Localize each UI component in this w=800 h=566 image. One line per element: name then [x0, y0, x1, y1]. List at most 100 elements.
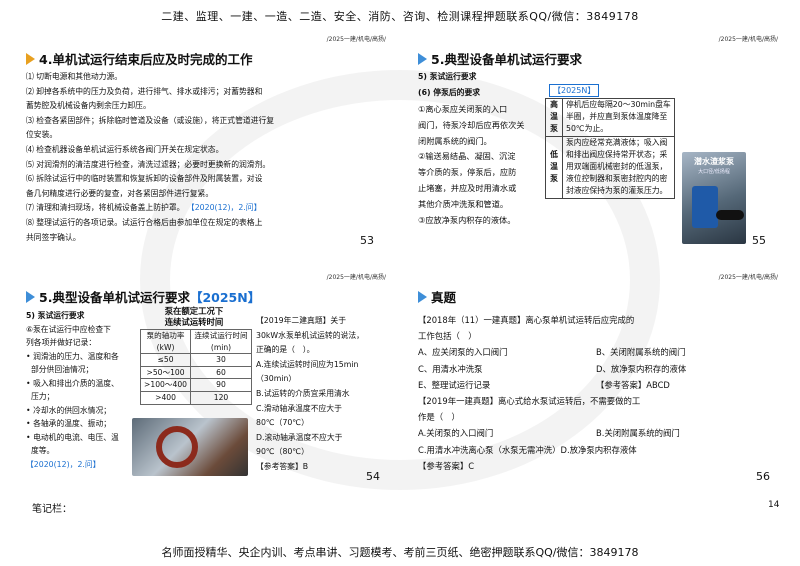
panel-56: /2025一建/机电/高扬/ 真题 【2018年（11）一建真题】离心泵单机试运…: [412, 272, 784, 483]
bullet: 各轴承的温度、振动；: [33, 419, 112, 428]
bullet: 压力；: [30, 392, 55, 401]
item: 其他介质冲洗泵和管道。: [418, 198, 509, 209]
table-cell: >50～100: [139, 365, 192, 380]
table-title-line: 泵在额定工况下: [164, 306, 224, 316]
panel-title: 5.典型设备单机试运行要求: [418, 49, 582, 68]
panel-title: 4.单机试运行结束后应及时完成的工作: [26, 49, 252, 68]
panel-page-number: 55: [752, 234, 766, 247]
page-header: 二建、监理、一建、一造、二造、安全、消防、咨询、检测课程押题联系QQ/微信：38…: [161, 10, 639, 23]
title-text: 5.典型设备单机试运行要求: [431, 52, 582, 67]
item: ②输送易结晶、凝固、沉淀: [418, 151, 516, 162]
option: C、用清水冲洗泵: [418, 363, 483, 374]
year-tag: 【2020(12)，2.问】: [186, 203, 262, 213]
year-tag: 【2025N】: [189, 290, 261, 305]
item: 等介质的泵，停泵后，应防: [418, 167, 517, 178]
question-line: 工作包括（ ）: [418, 331, 477, 342]
table-cell: 30: [190, 353, 252, 367]
item: 蓄势腔及机械设备内剩余压力卸压。: [26, 101, 151, 111]
table-cell: 120: [190, 390, 252, 405]
question-line: D.滚动轴承温度不应大于: [256, 432, 343, 442]
item: 阀门，待泵冷却后应再依次关: [418, 119, 525, 130]
impeller-icon: [156, 426, 198, 468]
title-text: 5.典型设备单机试运行要求: [39, 290, 190, 305]
question-line: 【参考答案】B: [256, 461, 309, 471]
bullet: 吸入和排出介质的温度、: [33, 378, 119, 388]
triangle-icon: [418, 290, 427, 303]
item-list: ①离心泵应关闭泵的入口 阀门，待泵冷却后应再依次关 闭附属系统的阀门。 ②输送易…: [418, 102, 524, 228]
option: B.关闭附属系统的阀门: [596, 428, 680, 439]
option: C.用清水冲洗离心泵（水泵无需冲洗）D.放净泵内积存液体: [418, 444, 637, 455]
question-line: 90℃（80℃）: [256, 447, 309, 457]
question-line: C.滑动轴承温度不应大于: [256, 403, 342, 413]
option: A、应关闭泵的入口阀门: [418, 347, 508, 358]
table-cell: ≤50: [139, 353, 192, 367]
subheading: 5) 泵试运行要求: [418, 72, 477, 81]
year-tag: 【2020(12)，2.问】: [26, 459, 101, 469]
item: 止堵塞，并应及时用清水或: [418, 182, 517, 193]
item: ⑷ 检查机器设备单机试运行系统各阀门开关在规定状态。: [26, 144, 224, 154]
panel-tag: /2025一建/机电/高扬/: [326, 36, 386, 43]
panel-tag: /2025一建/机电/高扬/: [718, 274, 778, 281]
option: E、整理试运行记录: [418, 379, 491, 390]
pump-table: 高温泵 停机后应每隔20～30min盘车半圈，并应直到泵体温度降至50℃为止。 …: [545, 98, 675, 199]
pump-body-icon: [692, 186, 718, 228]
question-line: 【2018年（11）一建真题】离心泵单机试运转后应完成的: [418, 315, 635, 325]
item: 共同签字确认。: [26, 232, 81, 242]
pump-cutaway-image: [132, 418, 248, 476]
row-label: 低温泵: [545, 135, 563, 199]
title-text: 真题: [431, 290, 457, 305]
bullet: 电动机的电流、电压、温: [33, 432, 119, 442]
item: ⑸ 对润滑剂的清洁度进行检查，清洗过滤器；必要时更换新的润滑剂。: [26, 159, 271, 169]
question-line: （30min）: [256, 374, 297, 384]
question-line: 【2019年一建真题】离心式给水泵试运转后，不需要做的工: [418, 396, 641, 407]
item: ⑹ 拆除试运行中的临时装置和恢复拆卸的设备部件及附属装置，对设: [26, 174, 263, 184]
question-line: 作是（ ）: [418, 412, 460, 423]
table-cell: 60: [190, 365, 252, 380]
question-line: 30kW水泵单机试运转的说法，: [256, 330, 364, 340]
bullet: 部分供回油情况；: [30, 365, 94, 374]
title-text: 4.单机试运行结束后应及时完成的工作: [39, 52, 253, 67]
panel-tag: /2025一建/机电/高扬/: [718, 36, 778, 43]
row-text: 泵内应经常充满液体；吸入阀和排出阀应保持常开状态；采用双端面机械密封的低温泵，液…: [562, 135, 675, 199]
subheading: 列各项并做好记录：: [26, 338, 97, 347]
table-cell: >400: [139, 390, 192, 405]
page-footer: 名师面授精华、央企内训、考点串讲、习题模考、考前三页纸、绝密押题联系QQ/微信：…: [161, 546, 639, 559]
slurry-pump-image: 潜水渣浆泵 大口径/低扬程: [682, 152, 746, 244]
item: ⑴ 切断电源和其他动力源。: [26, 72, 123, 81]
panel-54: /2025一建/机电/高扬/ 5.典型设备单机试运行要求 【2025N】 5) 泵…: [20, 272, 392, 483]
bullet: 冷却水的供回水情况；: [33, 405, 112, 415]
triangle-icon: [418, 52, 427, 65]
panel-title: 5.典型设备单机试运行要求 【2025N】: [26, 287, 260, 306]
question-line: 【2019年二建真题】关于: [256, 316, 347, 325]
item: ③应放净泵内积存的液体。: [418, 214, 516, 225]
image-title: 潜水渣浆泵: [694, 157, 734, 166]
panel-title: 真题: [418, 287, 456, 306]
bullet: 度等。: [30, 446, 55, 455]
item: 位安装。: [26, 130, 58, 140]
panel-55: /2025一建/机电/高扬/ 5.典型设备单机试运行要求 5) 泵试运行要求 (…: [412, 34, 784, 247]
page-number: 14: [768, 500, 780, 510]
table-cell: 90: [190, 378, 252, 392]
option: B、关闭附属系统的阀门: [596, 347, 686, 358]
notes-label: 笔记栏：: [32, 504, 72, 515]
row-label: 高温泵: [545, 98, 563, 137]
requirements: 5) 泵试运行要求 ⑥泵在试运行中应检查下 列各项并做好记录： • 润滑油的压力…: [26, 309, 119, 471]
item-list: ⑴ 切断电源和其他动力源。 ⑵ 卸掉各系统中的压力及负荷，进行排气、排水或排污；…: [26, 70, 274, 245]
row-text: 停机后应每隔20～30min盘车半圈，并应直到泵体温度降至50℃为止。: [562, 98, 675, 137]
item: 闭附属系统的阀门。: [418, 135, 492, 146]
year-tag: 【2025N】: [549, 84, 600, 97]
answer: 【参考答案】ABCD: [596, 379, 670, 390]
panel-53: /2025一建/机电/高扬/ 4.单机试运行结束后应及时完成的工作 ⑴ 切断电源…: [20, 34, 392, 247]
table-title: 泵在额定工况下 连续试运转时间: [140, 306, 248, 328]
hose-icon: [716, 210, 744, 220]
triangle-icon: [26, 52, 35, 65]
subheading: 5) 泵试运行要求: [26, 311, 85, 320]
triangle-icon: [26, 290, 35, 303]
question-line: 正确的是（ ）。: [256, 345, 315, 355]
answer: 【参考答案】C: [418, 460, 475, 471]
question-line: A.连续试运转时间应为15min: [256, 359, 359, 369]
option: D、放净泵内积存的液体: [596, 363, 687, 374]
panel-tag: /2025一建/机电/高扬/: [326, 274, 386, 281]
item: 备几何精度进行必要的复查，对各紧固部件进行复紧。: [26, 188, 214, 198]
question-line: B.试运转的介质宜采用清水: [256, 388, 350, 398]
